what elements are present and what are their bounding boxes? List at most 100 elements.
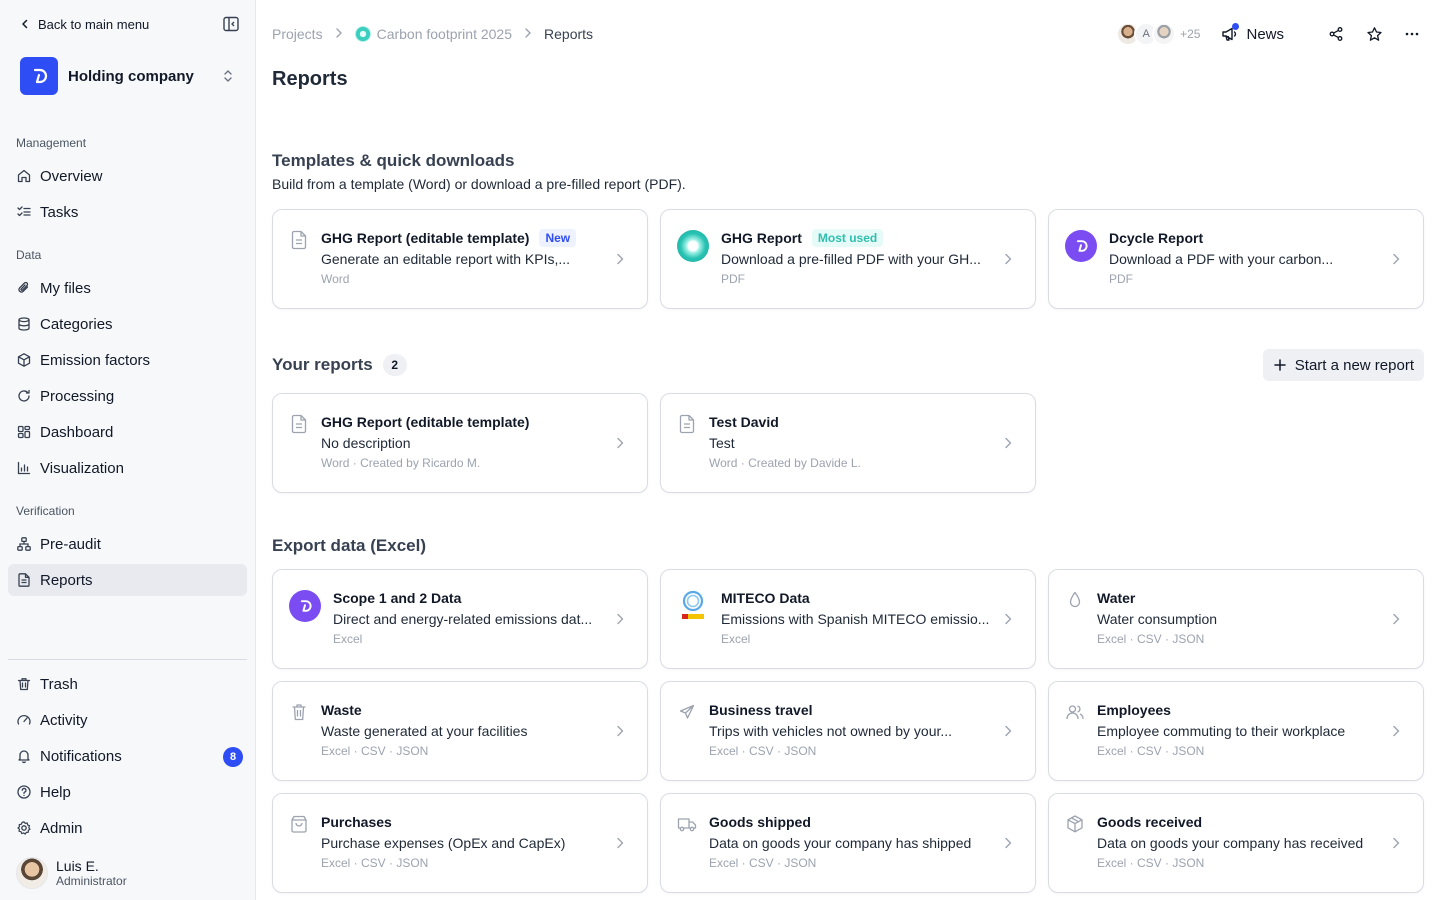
sidebar-item-reports[interactable]: Reports [8, 564, 247, 596]
export-card-scope-1-2[interactable]: Scope 1 and 2 Data Direct and energy-rel… [272, 569, 648, 669]
breadcrumb-project-label: Carbon footprint 2025 [376, 26, 513, 42]
file-icon [289, 414, 309, 434]
ghg-logo-icon [677, 230, 709, 262]
sidebar-item-label: Notifications [40, 747, 122, 765]
sidebar-item-pre-audit[interactable]: Pre-audit [8, 528, 247, 560]
breadcrumb-projects[interactable]: Projects [272, 26, 323, 42]
export-card-purchases[interactable]: Purchases Purchase expenses (OpEx and Ca… [272, 793, 648, 893]
sidebar-item-activity[interactable]: Activity [8, 704, 247, 736]
sidebar-item-label: Overview [40, 167, 103, 185]
plane-icon [677, 702, 697, 722]
sidebar-item-label: Pre-audit [40, 535, 101, 553]
sidebar-item-my-files[interactable]: My files [8, 272, 247, 304]
sidebar-item-label: Processing [40, 387, 115, 405]
start-new-report-button[interactable]: Start a new report [1262, 349, 1424, 381]
sidebar-item-label: Categories [40, 315, 113, 333]
avatars-more-count: +25 [1180, 27, 1201, 41]
collaborator-avatars[interactable]: A +25 [1116, 22, 1200, 46]
more-options-button[interactable] [1400, 22, 1424, 46]
file-icon [677, 414, 697, 434]
chevron-right-icon [335, 27, 343, 41]
card-description: Data on goods your company has shipped [709, 835, 972, 851]
sidebar-item-label: Activity [40, 711, 88, 729]
avatar [1152, 22, 1177, 46]
card-description: Download a PDF with your carbon... [1109, 251, 1334, 267]
chevron-right-icon [1393, 725, 1400, 737]
dcycle-logo-icon [289, 590, 321, 622]
template-card-ghg-pdf[interactable]: GHG Report Most used Download a pre-fille… [660, 209, 1036, 309]
share-button[interactable] [1324, 22, 1348, 46]
export-card-goods-received[interactable]: Goods received Data on goods your compan… [1048, 793, 1424, 893]
package-icon [1065, 814, 1085, 834]
sidebar-item-trash[interactable]: Trash [8, 668, 247, 700]
card-description: Test [709, 435, 735, 451]
export-card-miteco[interactable]: MITECO Data Emissions with Spanish MITEC… [660, 569, 1036, 669]
card-meta: Excel [333, 632, 363, 646]
export-card-employees[interactable]: Employees Employee commuting to their wo… [1048, 681, 1424, 781]
back-to-main-menu-link[interactable]: Back to main menu [20, 14, 149, 34]
card-description: No description [321, 435, 411, 451]
section-label-data: Data [16, 248, 42, 262]
organization-logo-icon [20, 57, 58, 95]
help-circle-icon [16, 784, 32, 800]
organization-switcher[interactable]: Holding company [8, 50, 248, 102]
sidebar-item-label: Trash [40, 675, 78, 693]
sidebar-item-processing[interactable]: Processing [8, 380, 247, 412]
card-description: Waste generated at your facilities [321, 723, 528, 739]
card-description: Trips with vehicles not owned by your... [709, 723, 953, 739]
breadcrumb-project[interactable]: Carbon footprint 2025 [354, 26, 513, 42]
sidebar-collapse-icon[interactable] [222, 15, 240, 33]
export-card-water[interactable]: Water Water consumption Excel · CSV · JS… [1048, 569, 1424, 669]
sidebar-item-label: Dashboard [40, 423, 114, 441]
sidebar-item-visualization[interactable]: Visualization [8, 452, 247, 484]
sidebar-item-overview[interactable]: Overview [8, 160, 247, 192]
share-icon [1329, 27, 1343, 41]
breadcrumb-current: Reports [544, 26, 594, 42]
file-text-icon [16, 572, 32, 588]
back-label: Back to main menu [38, 16, 150, 32]
card-meta: Word · Created by Ricardo M. [321, 456, 481, 470]
chevron-right-icon [617, 253, 624, 265]
favorite-button[interactable] [1362, 22, 1386, 46]
export-card-waste[interactable]: Waste Waste generated at your facilities… [272, 681, 648, 781]
sidebar-item-help[interactable]: Help [8, 776, 247, 808]
droplet-icon [1065, 590, 1085, 610]
sidebar-item-label: Tasks [40, 203, 79, 221]
export-title: Export data (Excel) [272, 536, 426, 555]
sidebar-item-dashboard[interactable]: Dashboard [8, 416, 247, 448]
card-title: Dcycle Report [1109, 230, 1204, 246]
sidebar-item-admin[interactable]: Admin [8, 812, 247, 844]
bar-chart-icon [16, 460, 32, 476]
sidebar-item-tasks[interactable]: Tasks [8, 196, 247, 228]
file-icon [289, 230, 309, 250]
network-icon [16, 536, 32, 552]
trash-icon [16, 676, 32, 692]
card-meta: Excel · CSV · JSON [1097, 744, 1205, 758]
template-card-dcycle[interactable]: Dcycle Report Download a PDF with your c… [1048, 209, 1424, 309]
sidebar-item-notifications[interactable]: Notifications 8 [8, 740, 247, 772]
report-card-test-david[interactable]: Test David Test Word · Created by Davide… [660, 393, 1036, 493]
star-icon [1366, 26, 1382, 41]
chevron-right-icon [617, 725, 624, 737]
breadcrumb: Projects Carbon footprint 2025 Reports [272, 24, 593, 44]
card-meta: PDF [1109, 272, 1133, 286]
user-profile[interactable]: Luis E. Administrator [16, 856, 127, 890]
export-card-business-travel[interactable]: Business travel Trips with vehicles not … [660, 681, 1036, 781]
chevron-right-icon [1005, 725, 1012, 737]
list-checks-icon [16, 204, 32, 220]
sidebar-divider [8, 659, 247, 660]
card-meta: PDF [721, 272, 745, 286]
card-title: Water [1097, 590, 1136, 606]
chevrons-up-down-icon [224, 70, 232, 82]
export-card-goods-shipped[interactable]: Goods shipped Data on goods your company… [660, 793, 1036, 893]
new-badge: New [539, 229, 577, 247]
report-card-ghg-editable[interactable]: GHG Report (editable template) No descri… [272, 393, 648, 493]
news-button[interactable]: News [1220, 23, 1284, 43]
template-card-ghg-editable[interactable]: GHG Report (editable template) New Genera… [272, 209, 648, 309]
card-meta: Excel · CSV · JSON [1097, 632, 1205, 646]
gear-icon [16, 820, 32, 836]
project-logo-icon [354, 26, 371, 42]
home-icon [16, 168, 32, 184]
sidebar-item-categories[interactable]: Categories [8, 308, 247, 340]
sidebar-item-emission-factors[interactable]: Emission factors [8, 344, 247, 376]
